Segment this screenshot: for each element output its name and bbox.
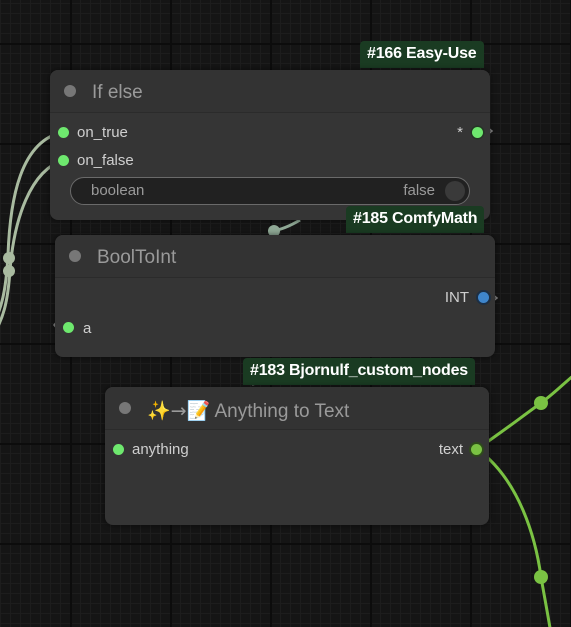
node-header[interactable]: ✨→📝 Anything to Text — [105, 387, 489, 430]
node-badge: #183 Bjornulf_custom_nodes — [243, 358, 475, 385]
output-any: * — [457, 124, 463, 141]
node-title: ✨→📝 Anything to Text — [147, 399, 349, 423]
slot-dot-icon[interactable] — [63, 322, 74, 333]
node-badge: #166 Easy-Use — [360, 41, 484, 68]
link-text-output-upper[interactable] — [476, 370, 571, 451]
slot-dot-icon[interactable] — [58, 127, 69, 138]
reroute-dot-icon[interactable] — [3, 252, 15, 264]
input-anything: anything — [132, 441, 189, 458]
input-on-false: on_false — [77, 152, 134, 169]
widget-value: false — [403, 182, 435, 199]
node-header[interactable]: If else — [50, 70, 490, 113]
reroute-dot-icon[interactable] — [534, 570, 548, 584]
toggle-knob-icon[interactable] — [445, 181, 465, 201]
collapse-icon[interactable] — [69, 250, 81, 262]
node-header[interactable]: BoolToInt — [55, 235, 495, 278]
collapse-icon[interactable] — [119, 402, 131, 414]
if-else-node[interactable]: If else on_true on_false * boolean false — [50, 70, 490, 220]
reroute-dot-icon[interactable] — [3, 265, 15, 277]
reroute-dot-icon[interactable] — [534, 396, 548, 410]
slot-dot-icon[interactable] — [471, 444, 482, 455]
widget-label: boolean — [91, 182, 145, 199]
node-title-text: Anything to Text — [214, 401, 350, 422]
node-title: BoolToInt — [97, 247, 177, 268]
sparkle-arrow-note-icon: ✨→📝 — [147, 400, 211, 422]
slot-dot-icon[interactable] — [113, 444, 124, 455]
input-a: a — [83, 320, 92, 337]
node-title: If else — [92, 82, 143, 103]
slot-dot-icon[interactable] — [58, 155, 69, 166]
boolean-toggle-widget[interactable]: boolean false — [70, 177, 470, 205]
bool-to-int-node[interactable]: BoolToInt INT a — [55, 235, 495, 357]
input-on-true: on_true — [77, 124, 128, 141]
output-int: INT — [444, 289, 469, 306]
node-badge: #185 ComfyMath — [346, 206, 485, 233]
node-graph-canvas[interactable]: #166 Easy-Use If else on_true on_false *… — [0, 0, 571, 627]
output-text: text — [438, 441, 463, 458]
slot-dot-icon[interactable] — [472, 127, 483, 138]
collapse-icon[interactable] — [64, 85, 76, 97]
slot-dot-icon[interactable] — [478, 292, 489, 303]
anything-to-text-node[interactable]: ✨→📝 Anything to Text anything text — [105, 387, 489, 525]
